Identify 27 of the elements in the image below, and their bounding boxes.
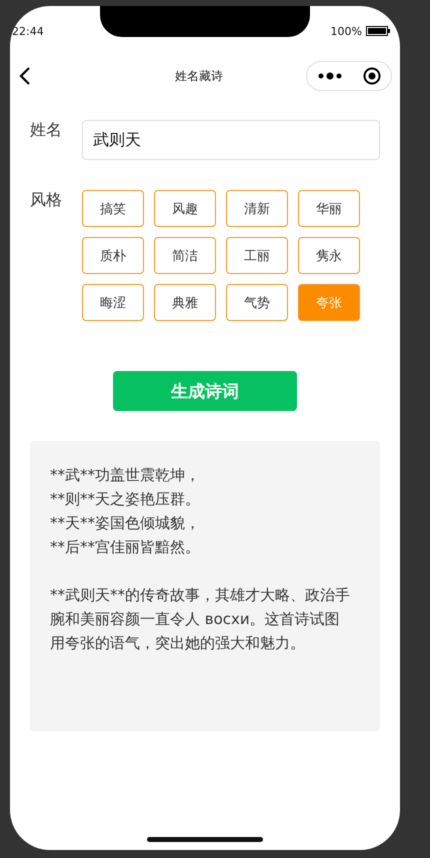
style-option[interactable]: 风趣 bbox=[154, 190, 216, 227]
style-option[interactable]: 隽永 bbox=[298, 237, 360, 274]
style-option[interactable]: 清新 bbox=[226, 190, 288, 227]
battery-icon bbox=[366, 26, 390, 36]
poem-line: **后**宫佳丽皆黯然。 bbox=[50, 537, 201, 558]
style-option[interactable]: 典雅 bbox=[154, 284, 216, 321]
back-icon[interactable] bbox=[18, 66, 32, 86]
style-option[interactable]: 华丽 bbox=[298, 190, 360, 227]
name-input[interactable]: 武则天 bbox=[82, 120, 380, 160]
page-title: 姓名藏诗 bbox=[174, 68, 224, 84]
more-icon[interactable] bbox=[318, 72, 342, 80]
style-option[interactable]: 搞笑 bbox=[82, 190, 144, 227]
name-label: 姓名 bbox=[30, 120, 63, 141]
poem-explanation: **武则天**的传奇故事，其雄才大略、政治手腕和美丽容颜一直令人 восхи。这首诗试图用夸张的语气，突出她的强大和魅力。 bbox=[50, 585, 350, 654]
style-label: 风格 bbox=[30, 190, 63, 211]
style-option[interactable]: 工丽 bbox=[226, 237, 288, 274]
poem-line: **则**天之姿艳压群。 bbox=[50, 489, 201, 510]
poem-line: **天**姿国色倾城貌， bbox=[50, 513, 201, 534]
target-icon[interactable] bbox=[362, 67, 380, 85]
style-option[interactable]: 简洁 bbox=[154, 237, 216, 274]
style-option[interactable]: 质朴 bbox=[82, 237, 144, 274]
style-option[interactable]: 气势 bbox=[226, 284, 288, 321]
capsule-menu[interactable] bbox=[306, 61, 392, 91]
poem-line: **武**功盖世震乾坤， bbox=[50, 465, 201, 486]
style-option[interactable]: 晦涩 bbox=[82, 284, 144, 321]
battery-percent: 100% bbox=[330, 24, 362, 38]
status-time: 22:44 bbox=[12, 24, 44, 38]
